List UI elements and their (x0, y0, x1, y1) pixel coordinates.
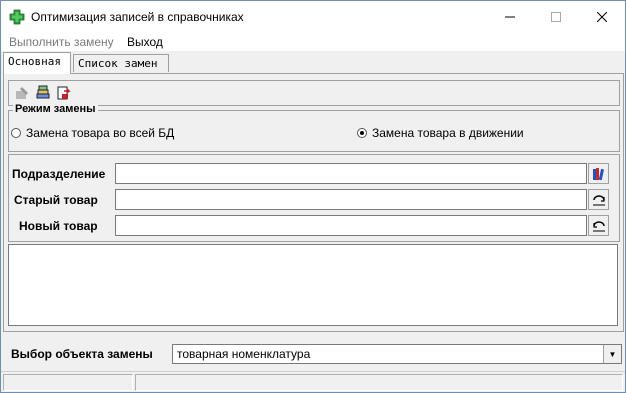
status-panel-1 (3, 374, 133, 391)
division-lookup-button[interactable] (588, 163, 609, 184)
title-bar: Оптимизация записей в справочниках (1, 1, 625, 32)
minimize-button[interactable] (487, 1, 533, 32)
undo-arrow-icon (592, 220, 605, 231)
tab-panel-main: Режим замены Замена товара во всей БД За… (3, 73, 624, 332)
replace-mode-group: Режим замены Замена товара во всей БД За… (8, 103, 620, 152)
division-field[interactable] (115, 163, 587, 184)
close-button[interactable] (579, 1, 625, 32)
replace-object-value: товарная номенклатура (177, 347, 311, 361)
replace-object-label: Выбор объекта замены (11, 347, 153, 361)
edit-disabled-icon (15, 86, 28, 99)
maximize-button[interactable] (533, 1, 579, 32)
document-arrow-icon (57, 86, 71, 99)
stack-icon (36, 85, 49, 98)
old-item-lookup-button[interactable] (588, 189, 609, 210)
chevron-down-icon[interactable]: ▼ (603, 345, 621, 363)
menu-bar: Выполнить замену Выход (1, 32, 625, 51)
replace-mode-legend: Режим замены (13, 103, 98, 115)
division-label: Подразделение (12, 167, 106, 181)
undo-arrow-icon (592, 194, 605, 205)
radio-indicator (11, 128, 21, 138)
radio-label: Замена товара в движении (372, 126, 524, 140)
books-icon (592, 167, 604, 180)
app-plus-icon (9, 9, 25, 25)
menu-item-execute-replace[interactable]: Выполнить замену (9, 35, 114, 49)
status-panel-2 (135, 374, 623, 391)
main-window: Оптимизация записей в справочниках Выпол… (0, 0, 626, 393)
status-bar (1, 371, 625, 392)
window-title: Оптимизация записей в справочниках (31, 10, 244, 24)
radio-indicator-selected (357, 128, 367, 138)
new-item-lookup-button[interactable] (588, 215, 609, 236)
radio-replace-all-db[interactable]: Замена товара во всей БД (11, 126, 174, 140)
product-fields-group: Подразделение Старый товар Новый товар (8, 154, 620, 242)
radio-replace-in-movement[interactable]: Замена товара в движении (357, 126, 524, 140)
new-item-label: Новый товар (19, 219, 98, 233)
old-item-field[interactable] (115, 189, 587, 210)
old-item-label: Старый товар (14, 193, 98, 207)
toolbar-export-button[interactable] (54, 83, 73, 102)
menu-item-exit[interactable]: Выход (127, 35, 163, 49)
toolbar (8, 80, 620, 106)
new-item-field[interactable] (115, 215, 587, 236)
log-memo[interactable] (8, 244, 618, 326)
tab-replace-list[interactable]: Список замен (73, 54, 169, 72)
radio-label: Замена товара во всей БД (26, 126, 175, 140)
tab-main[interactable]: Основная (3, 52, 71, 74)
replace-object-select[interactable]: товарная номенклатура ▼ (172, 344, 622, 364)
toolbar-edit-button[interactable] (12, 83, 31, 102)
toolbar-copy-button[interactable] (33, 83, 52, 102)
